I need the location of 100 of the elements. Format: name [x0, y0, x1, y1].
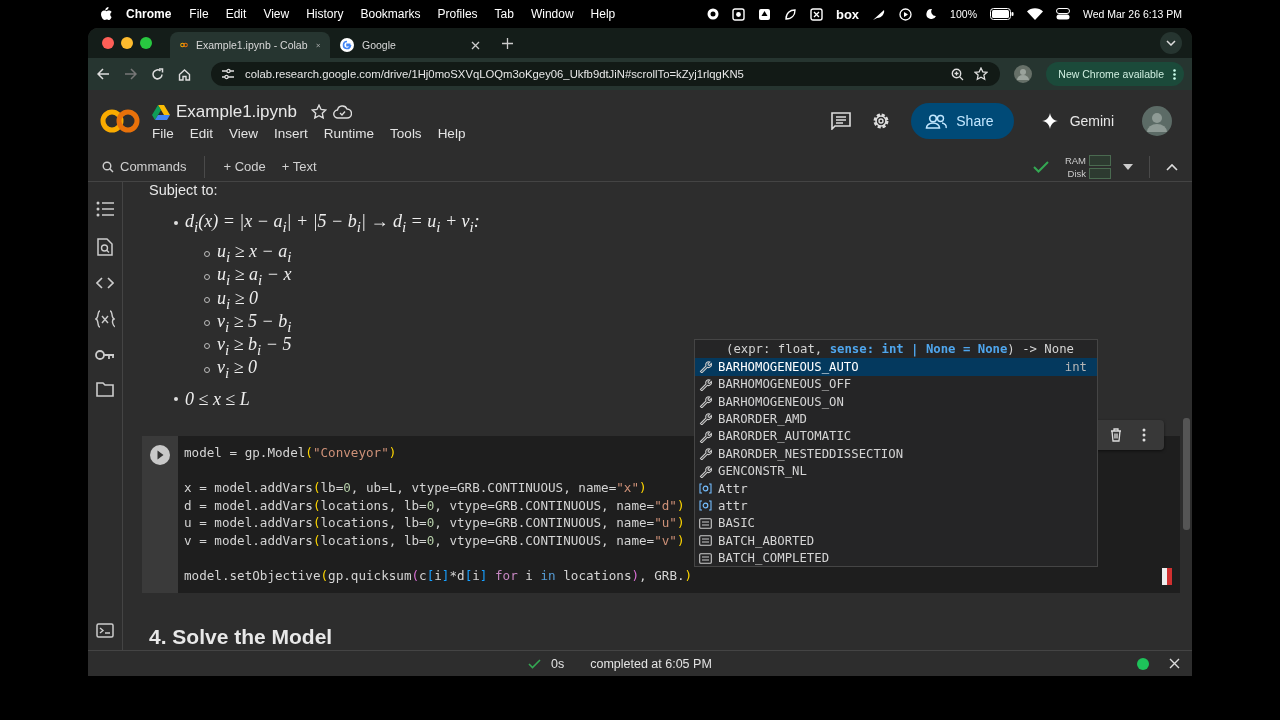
address-bar[interactable]: colab.research.google.com/drive/1Hj0moSXVqLOQm3oKgey06_Ukfb9dtJiN#scrollTo=kZyj1rlqgKN5	[211, 62, 1001, 86]
code-line: u = model.addVars(locations, lb=0, vtype=GRB.CONTINUOUS, name="u")	[184, 514, 685, 532]
star-icon[interactable]	[310, 103, 327, 120]
profile-avatar-icon[interactable]	[1014, 65, 1033, 83]
account-avatar-icon[interactable]	[1142, 106, 1172, 136]
status-message: completed at 6:05 PM	[590, 656, 712, 671]
back-icon[interactable]	[97, 68, 110, 80]
menu-item[interactable]: Help	[437, 125, 466, 141]
app-menu[interactable]: Chrome	[126, 7, 172, 21]
menu-item[interactable]: Bookmarks	[360, 7, 421, 21]
menu-item[interactable]: Help	[590, 7, 616, 21]
menu-item[interactable]: View	[229, 125, 259, 141]
tab-search-button[interactable]	[1160, 32, 1182, 54]
suggestion-item[interactable]: BARHOMOGENEOUS_OFF	[695, 375, 1097, 393]
new-tab-icon[interactable]	[502, 37, 513, 49]
zoom-icon[interactable]	[951, 67, 965, 81]
folder-icon[interactable]	[96, 382, 114, 397]
suggestion-item[interactable]: BATCH_COMPLETED	[695, 549, 1097, 567]
more-icon[interactable]	[1173, 68, 1176, 80]
feather-icon[interactable]	[872, 7, 887, 21]
run-duration: 0s	[551, 656, 565, 671]
browser-tab[interactable]: Google	[330, 32, 490, 58]
minimize-window-button[interactable]	[121, 37, 133, 49]
zoom-window-button[interactable]	[140, 37, 152, 49]
menu-item[interactable]: File	[152, 125, 174, 141]
suggestion-item[interactable]: BARHOMOGENEOUS_ON	[695, 392, 1097, 411]
menu-item[interactable]: Insert	[274, 125, 308, 141]
add-code-button[interactable]: + Code	[221, 159, 268, 174]
suggestion-item[interactable]: BATCH_ABORTED	[695, 532, 1097, 550]
close-window-button[interactable]	[102, 37, 114, 49]
text-paragraph: Subject to:	[149, 182, 219, 200]
more-icon[interactable]	[1142, 428, 1146, 443]
box-status-item[interactable]: box	[836, 6, 860, 22]
comment-icon[interactable]	[831, 112, 852, 130]
sparkle-icon	[1041, 113, 1058, 129]
delete-icon[interactable]	[1110, 428, 1122, 443]
menu-item[interactable]: Window	[530, 7, 574, 21]
wrench-icon	[699, 360, 712, 374]
run-cell-button[interactable]	[150, 445, 170, 466]
dropdown-icon[interactable]	[1123, 163, 1133, 170]
menu-item[interactable]: File	[189, 7, 209, 21]
bookmark-star-icon[interactable]	[974, 67, 989, 81]
suggestion-item[interactable]: GENCONSTR_NL	[695, 462, 1097, 480]
moon-icon[interactable]	[925, 8, 938, 20]
terminal-icon[interactable]	[96, 623, 114, 638]
suggestion-item[interactable]: BARORDER_NESTEDDISSECTION	[695, 445, 1097, 463]
update-chrome-button[interactable]: New Chrome available	[1046, 62, 1184, 86]
menu-item[interactable]: Edit	[225, 7, 247, 21]
leaf-icon[interactable]	[784, 7, 797, 21]
scrollbar[interactable]	[1183, 418, 1190, 530]
add-text-button[interactable]: + Text	[279, 159, 319, 174]
suggestion-item[interactable]: BARHOMOGENEOUS_AUTO int	[695, 358, 1097, 376]
menu-item[interactable]: Profiles	[437, 7, 478, 21]
gemini-button[interactable]: Gemini	[1033, 113, 1122, 129]
people-icon	[925, 113, 948, 129]
site-info-icon[interactable]	[221, 68, 235, 80]
app-status-icon[interactable]	[810, 7, 823, 21]
suggestion-item[interactable]: BARORDER_AMD	[695, 410, 1097, 428]
wrench-icon	[699, 429, 712, 443]
close-icon[interactable]	[471, 40, 480, 50]
menu-item[interactable]: View	[263, 7, 290, 21]
resources-indicator[interactable]: RAM Disk	[1064, 153, 1111, 180]
menu-item[interactable]: Runtime	[323, 125, 375, 141]
app-status-icon[interactable]	[732, 7, 745, 21]
variable-icon	[699, 500, 712, 512]
battery-icon[interactable]	[989, 8, 1014, 20]
control-center-icon[interactable]	[1055, 8, 1070, 20]
math-expression: 0 ≤ x ≤ L	[185, 388, 250, 410]
clock[interactable]: Wed Mar 26 6:13 PM	[1082, 8, 1182, 20]
key-icon[interactable]	[95, 349, 115, 361]
play-icon[interactable]	[899, 7, 913, 21]
menu-item[interactable]: Tab	[494, 7, 514, 21]
suggestion-item[interactable]: BARORDER_AUTOMATIC	[695, 427, 1097, 446]
menu-item[interactable]: Tools	[390, 125, 422, 141]
reload-icon[interactable]	[151, 67, 164, 81]
colab-logo[interactable]	[100, 108, 140, 134]
table-of-contents-icon[interactable]	[96, 201, 114, 217]
suggestion-item[interactable]: attr	[695, 497, 1097, 515]
suggestion-item[interactable]: Attr	[695, 479, 1097, 498]
record-icon[interactable]	[707, 8, 719, 20]
close-icon[interactable]	[1169, 658, 1180, 669]
home-icon[interactable]	[178, 67, 191, 81]
suggestion-item[interactable]: BASIC	[695, 514, 1097, 533]
notebook-title[interactable]: Example1.ipynb	[176, 101, 297, 122]
variables-icon[interactable]	[95, 310, 115, 328]
wifi-icon[interactable]	[1026, 8, 1043, 20]
commands-button[interactable]: Commands	[100, 159, 189, 174]
apple-icon[interactable]	[100, 7, 112, 21]
menu-item[interactable]: Edit	[189, 125, 214, 141]
wrench-icon	[699, 377, 712, 391]
forward-icon[interactable]	[124, 68, 137, 80]
find-icon[interactable]	[97, 238, 113, 256]
cloud-icon[interactable]	[332, 104, 352, 119]
menu-item[interactable]: History	[306, 7, 344, 21]
code-snippets-icon[interactable]	[96, 277, 114, 289]
check-icon	[528, 658, 541, 669]
collapse-icon[interactable]	[1166, 162, 1178, 171]
share-button[interactable]: Share	[911, 103, 1014, 139]
browser-tab[interactable]: Example1.ipynb - Colab	[170, 32, 330, 58]
bullet-icon	[174, 397, 178, 402]
